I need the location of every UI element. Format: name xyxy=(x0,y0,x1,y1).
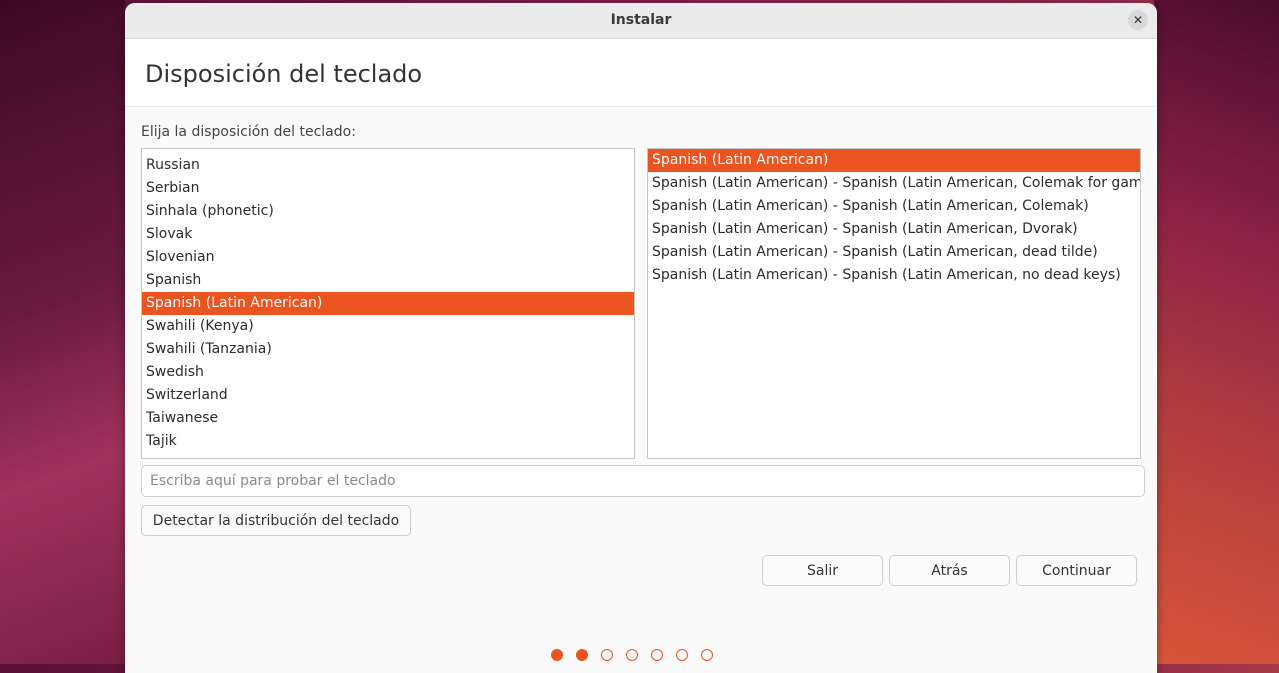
progress-step-dot xyxy=(651,649,663,661)
variant-list-item[interactable]: Spanish (Latin American) - Spanish (Lati… xyxy=(648,264,1140,287)
titlebar: Instalar ✕ xyxy=(125,3,1157,39)
layout-list-item[interactable]: Serbian xyxy=(142,177,634,200)
layout-list-item[interactable]: Swahili (Tanzania) xyxy=(142,338,634,361)
detect-layout-button[interactable]: Detectar la distribución del teclado xyxy=(141,505,411,536)
layout-list-item[interactable]: Switzerland xyxy=(142,384,634,407)
layout-list-item[interactable]: Tajik xyxy=(142,430,634,453)
layout-list-item[interactable]: Sinhala (phonetic) xyxy=(142,200,634,223)
page-title: Disposición del teclado xyxy=(145,60,423,88)
keyboard-layout-list[interactable]: Russian Serbian Sinhala (phonetic) Slovak Sl… xyxy=(141,148,635,459)
layout-list-item[interactable]: Swedish xyxy=(142,361,634,384)
progress-step-dot xyxy=(576,649,588,661)
layout-list-item[interactable]: Swahili (Kenya) xyxy=(142,315,634,338)
continue-button[interactable]: Continuar xyxy=(1016,555,1137,586)
close-icon[interactable]: ✕ xyxy=(1128,10,1148,30)
variant-list-item[interactable]: Spanish (Latin American) xyxy=(648,149,1140,172)
variant-list-item[interactable]: Spanish (Latin American) - Spanish (Lati… xyxy=(648,172,1140,195)
variant-list-item[interactable]: Spanish (Latin American) - Spanish (Lati… xyxy=(648,241,1140,264)
progress-step-dot xyxy=(626,649,638,661)
keyboard-variant-list[interactable]: Spanish (Latin American) Spanish (Latin A… xyxy=(647,148,1141,459)
progress-step-dot xyxy=(551,649,563,661)
layout-list-item[interactable]: Spanish (Latin American) xyxy=(142,292,634,315)
layout-list-item[interactable]: Slovak xyxy=(142,223,634,246)
window-title: Instalar xyxy=(610,12,672,28)
layout-list-item[interactable]: Taiwanese xyxy=(142,407,634,430)
progress-dots xyxy=(551,649,713,663)
variant-list-item[interactable]: Spanish (Latin American) - Spanish (Lati… xyxy=(648,218,1140,241)
back-button[interactable]: Atrás xyxy=(889,555,1010,586)
keyboard-test-input[interactable] xyxy=(141,465,1145,497)
progress-step-dot xyxy=(676,649,688,661)
desktop-background-right xyxy=(1154,0,1279,664)
installer-window: Instalar ✕ Disposición del teclado Elija… xyxy=(125,3,1157,673)
layout-list-item[interactable]: Spanish xyxy=(142,269,634,292)
layout-list-item[interactable]: Russian xyxy=(142,154,634,177)
progress-step-dot xyxy=(701,649,713,661)
progress-step-dot xyxy=(601,649,613,661)
quit-button[interactable]: Salir xyxy=(762,555,883,586)
variant-list-item[interactable]: Spanish (Latin American) - Spanish (Lati… xyxy=(648,195,1140,218)
layout-list-item[interactable]: Slovenian xyxy=(142,246,634,269)
layout-prompt: Elija la disposición del teclado: xyxy=(141,124,356,140)
desktop-background-left xyxy=(0,0,125,664)
